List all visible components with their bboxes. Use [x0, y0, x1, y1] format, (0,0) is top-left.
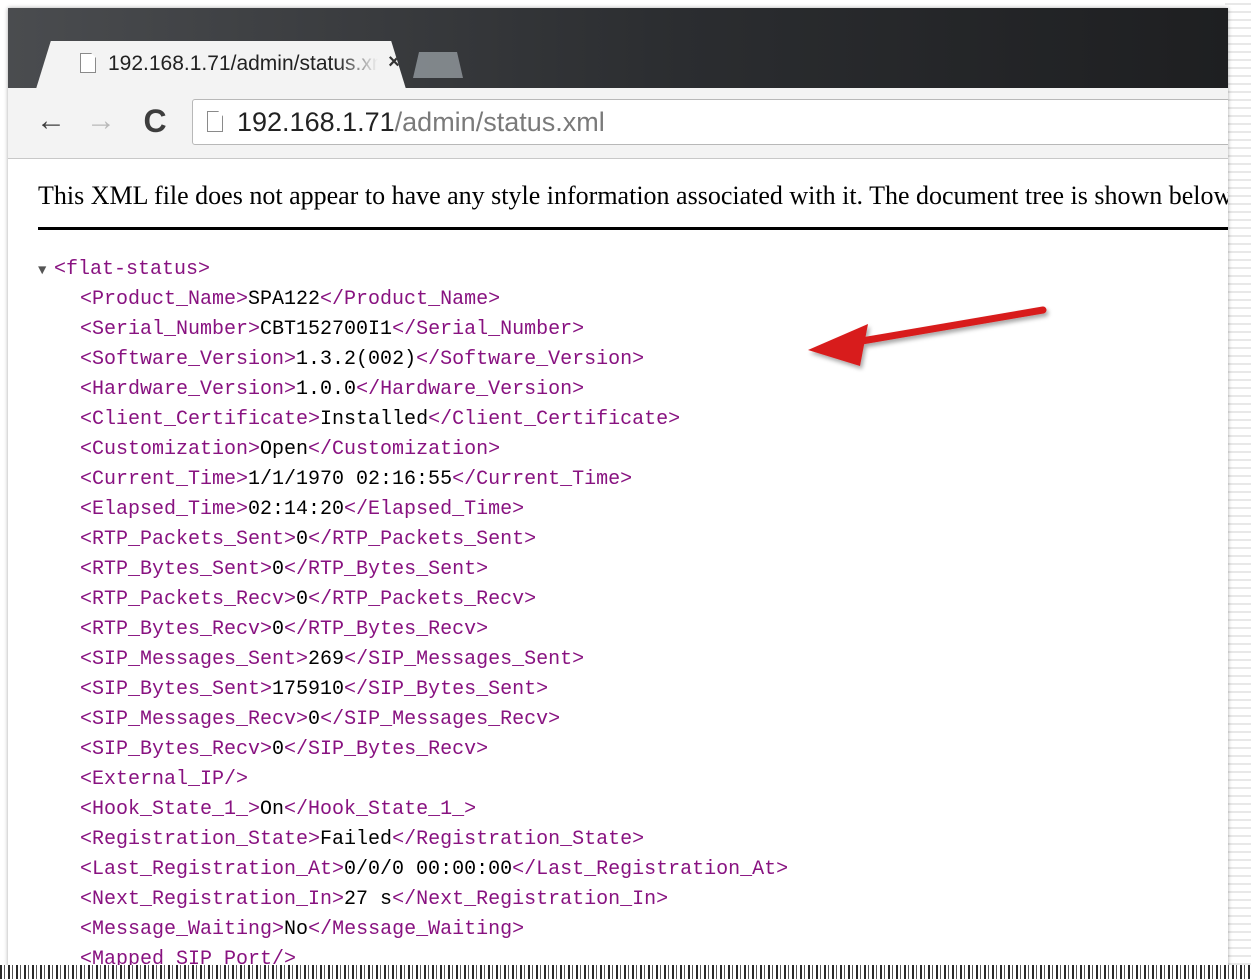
- torn-edge-bottom: [0, 965, 1251, 979]
- annotation-arrow: [808, 306, 1047, 366]
